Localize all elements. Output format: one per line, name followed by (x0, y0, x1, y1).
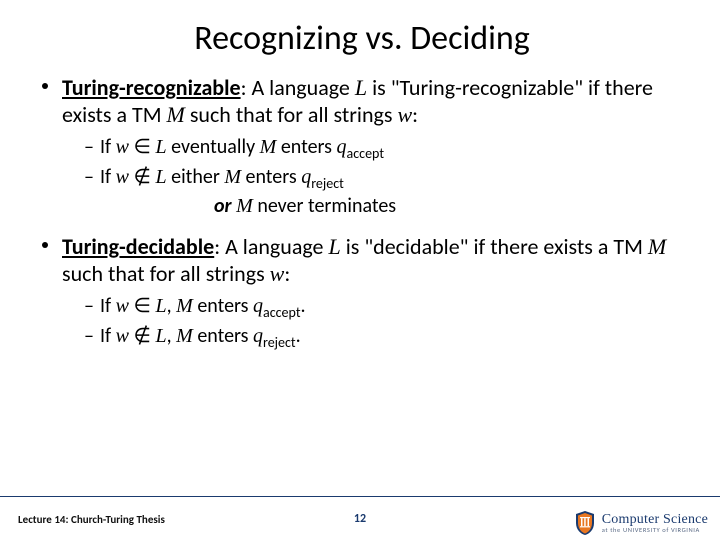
slide-body: Recognizing vs. Deciding Turing-recogniz… (0, 0, 720, 352)
sub-item: – If w ∈ L eventually M enters qaccept (84, 135, 684, 163)
sublist-recognizable: – If w ∈ L eventually M enters qaccept –… (84, 135, 684, 220)
uva-cs-logo: Computer Science at the UNIVERSITY of VI… (574, 510, 708, 536)
dash-icon: – (84, 294, 94, 320)
slide-footer: Lecture 14: Church-Turing Thesis 12 Comp… (0, 496, 720, 540)
dash-icon: – (84, 324, 94, 350)
bullet-dot-icon (42, 242, 48, 248)
shield-icon (574, 510, 596, 536)
bullet-decidable: Turing-decidable: A language L is "decid… (40, 234, 684, 288)
dash-icon: – (84, 165, 94, 191)
logo-dept: Computer Science (602, 513, 708, 527)
logo-university: at the UNIVERSITY of VIRGINIA (602, 527, 708, 534)
term-recognizable: Turing-recognizable (62, 74, 241, 101)
sublist-decidable: – If w ∈ L, M enters qaccept. – If w ∉ L… (84, 294, 684, 352)
bullet-dot-icon (42, 83, 48, 89)
dash-icon: – (84, 135, 94, 161)
logo-text: Computer Science at the UNIVERSITY of VI… (602, 513, 708, 534)
footer-page-number: 12 (354, 512, 366, 526)
slide-title: Recognizing vs. Deciding (40, 18, 684, 59)
sub-item: – If w ∉ L either M enters qreject (84, 165, 684, 193)
or-line: or M never terminates (84, 194, 684, 220)
term-decidable: Turing-decidable (62, 233, 214, 260)
sub-item: – If w ∉ L, M enters qreject. (84, 324, 684, 352)
footer-lecture-label: Lecture 14: Church-Turing Thesis (18, 513, 165, 526)
bullet-recognizable: Turing-recognizable: A language L is "Tu… (40, 75, 684, 129)
sub-item: – If w ∈ L, M enters qaccept. (84, 294, 684, 322)
